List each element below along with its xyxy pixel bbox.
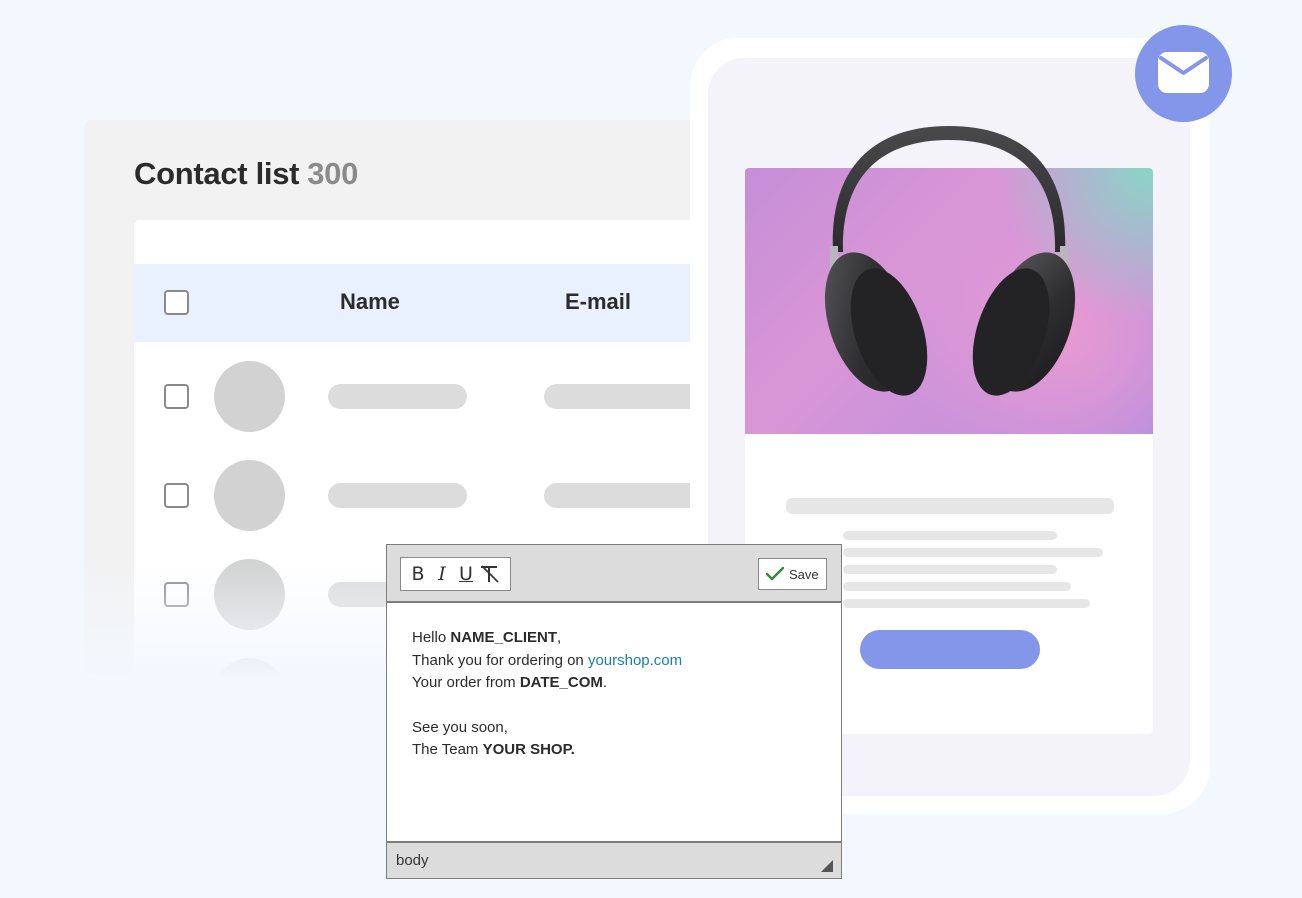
variable-date-com: DATE_COM bbox=[519, 674, 603, 691]
envelope-icon bbox=[1158, 52, 1209, 93]
italic-icon[interactable]: I bbox=[430, 560, 454, 588]
clear-format-icon[interactable] bbox=[478, 560, 502, 588]
row-checkbox[interactable] bbox=[164, 384, 189, 409]
column-header-name[interactable]: Name bbox=[340, 289, 400, 315]
text-placeholder bbox=[786, 498, 1114, 514]
signature-line: The Team YOUR SHOP. bbox=[412, 739, 822, 762]
avatar bbox=[214, 361, 285, 432]
select-all-checkbox[interactable] bbox=[164, 290, 189, 315]
format-button-group: B I U bbox=[400, 557, 511, 591]
text: Hello bbox=[412, 629, 451, 646]
text-placeholder bbox=[843, 531, 1057, 540]
cta-button[interactable] bbox=[860, 630, 1040, 669]
checkmark-icon bbox=[765, 566, 785, 581]
text: Thank you for ordering on bbox=[412, 651, 588, 669]
contact-list-title-text: Contact list bbox=[134, 156, 300, 191]
contact-list-title: Contact list 300 bbox=[134, 156, 358, 192]
save-button-label: Save bbox=[789, 566, 819, 582]
avatar bbox=[214, 658, 285, 680]
clear-format-glyph bbox=[481, 565, 499, 583]
variable-name-client: NAME_CLIENT bbox=[450, 629, 558, 646]
editor-toolbar: B I U Save bbox=[387, 545, 841, 603]
underline-icon[interactable]: U bbox=[454, 560, 478, 588]
text-placeholder bbox=[843, 599, 1090, 608]
column-header-email[interactable]: E-mail bbox=[565, 289, 631, 315]
closing-line: See you soon, bbox=[412, 718, 508, 736]
text: The Team bbox=[412, 741, 483, 758]
thanks-line: Thank you for ordering on yourshop.com bbox=[412, 650, 822, 673]
name-placeholder bbox=[328, 483, 467, 508]
avatar bbox=[214, 559, 285, 630]
variable-your-shop: YOUR SHOP. bbox=[482, 741, 575, 758]
text: Your order from bbox=[412, 674, 520, 691]
bold-icon[interactable]: B bbox=[406, 560, 430, 588]
row-checkbox[interactable] bbox=[164, 582, 189, 607]
text-placeholder bbox=[843, 548, 1103, 557]
text: , bbox=[557, 629, 562, 646]
editor-status-bar: body bbox=[387, 841, 841, 878]
row-checkbox[interactable] bbox=[164, 483, 189, 508]
email-editor: B I U Save Hello NAME_CLIENT, Thank you … bbox=[386, 544, 842, 879]
envelope-badge bbox=[1135, 25, 1232, 122]
name-placeholder bbox=[328, 384, 467, 409]
contact-count: 300 bbox=[307, 156, 359, 191]
greeting-line: Hello NAME_CLIENT, bbox=[412, 627, 822, 650]
avatar bbox=[214, 460, 285, 531]
text-placeholder bbox=[843, 565, 1057, 574]
editor-content[interactable]: Hello NAME_CLIENT, Thank you for orderin… bbox=[412, 627, 822, 762]
headphones-image bbox=[824, 126, 1076, 396]
text-placeholder bbox=[843, 582, 1071, 591]
resize-handle-icon[interactable] bbox=[821, 860, 833, 872]
order-line: Your order from DATE_COM. bbox=[412, 672, 822, 695]
table-header-row: Name E-mail bbox=[134, 264, 724, 342]
text: . bbox=[602, 674, 608, 691]
shop-link[interactable]: yourshop.com bbox=[588, 652, 682, 669]
element-path-label: body bbox=[396, 852, 429, 869]
save-button[interactable]: Save bbox=[758, 558, 827, 590]
